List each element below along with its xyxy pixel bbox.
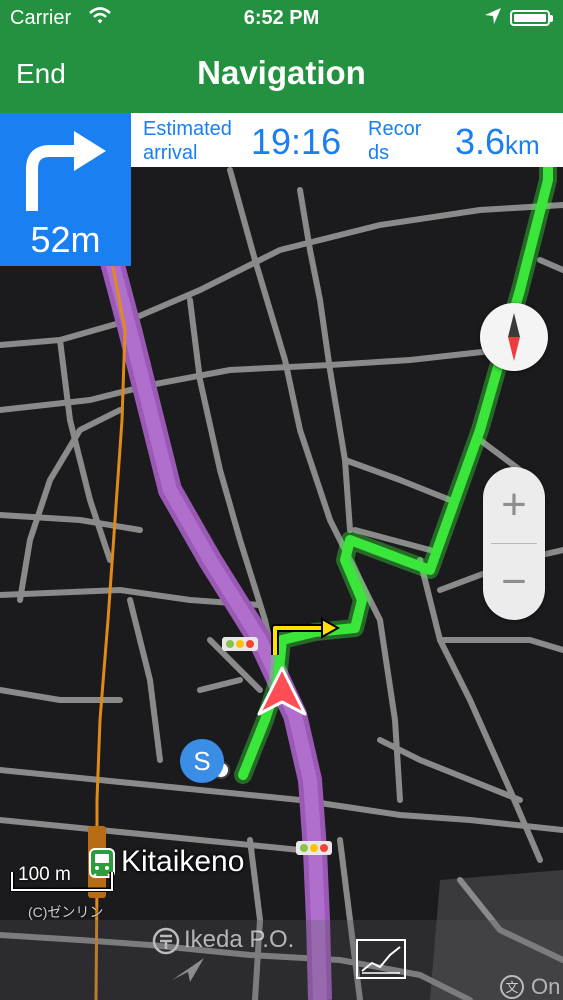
zoom-control: + − xyxy=(483,467,545,620)
poi-label-2: On xyxy=(531,974,561,999)
svg-text:文: 文 xyxy=(505,981,518,996)
trip-info-bar: Estimated arrival 19:16 Records 3.6km xyxy=(131,113,563,167)
battery-icon xyxy=(510,10,553,26)
zoom-out-button[interactable]: − xyxy=(483,544,545,620)
scale-label: 100 m xyxy=(18,864,71,885)
turn-right-arrow-icon xyxy=(26,131,106,211)
map-copyright: (C)ゼンリン xyxy=(28,904,104,920)
traffic-signal-icon xyxy=(222,637,258,651)
school-icon: 文 xyxy=(500,975,524,999)
direction-arrow-icon xyxy=(172,958,204,982)
poi-label: Ikeda P.O. xyxy=(184,926,295,953)
eta-label: Estimated arrival xyxy=(143,118,232,164)
status-bar: Carrier 6:52 PM xyxy=(0,0,563,36)
records-unit: km xyxy=(505,130,540,160)
turn-instruction-panel: 52m xyxy=(0,113,131,266)
zoom-in-button[interactable]: + xyxy=(483,467,545,543)
turn-distance: 52m xyxy=(30,219,101,260)
eta-value: 19:16 xyxy=(251,121,342,162)
traffic-signal-icon xyxy=(296,841,332,855)
status-time: 6:52 PM xyxy=(243,7,320,29)
records-label: Records xyxy=(368,118,422,164)
station-label: Kitaikeno xyxy=(121,845,245,878)
compass-button[interactable] xyxy=(480,303,548,371)
line-chart-icon[interactable] xyxy=(356,939,406,979)
records-number: 3.6 xyxy=(455,121,506,162)
location-arrow-icon xyxy=(485,8,501,24)
records-value: 3.6km xyxy=(455,121,540,163)
start-marker[interactable]: S xyxy=(180,739,224,783)
page-title: Navigation xyxy=(197,54,366,91)
navigation-bar: End Navigation xyxy=(0,36,563,113)
compass-icon xyxy=(508,313,520,361)
